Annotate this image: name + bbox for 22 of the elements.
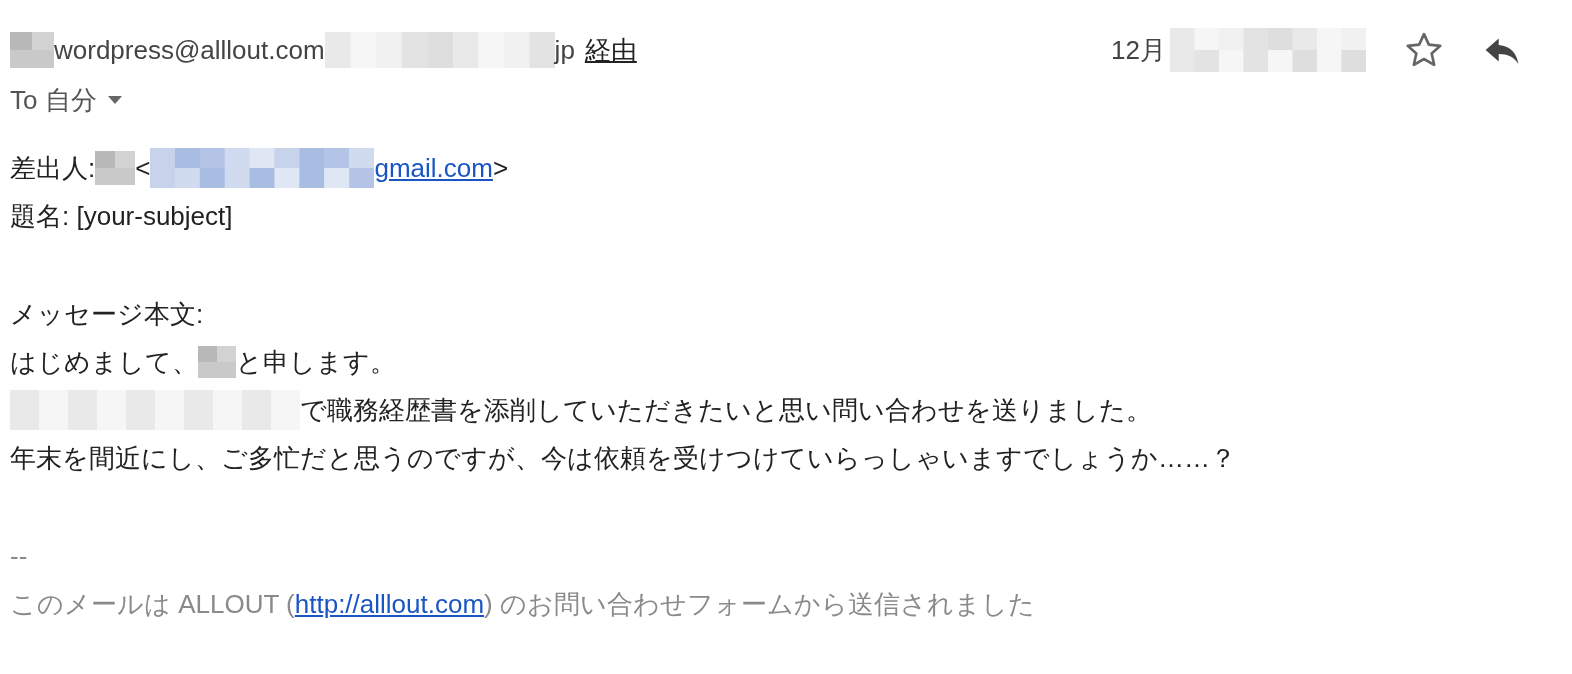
signature-text: このメールは ALLOUT (http://alllout.com) のお問い合わせフォームから送信されました [10, 587, 1036, 622]
signature-separator: -- [10, 539, 29, 573]
email-date: 12月 [1111, 33, 1166, 67]
pixelated-redaction [198, 346, 236, 378]
site-link[interactable]: http://alllout.com [294, 588, 485, 620]
body-text: と申します。 [236, 345, 396, 379]
pixelated-redaction [10, 32, 54, 68]
body-text: 年末を間近にし、ご多忙だと思うのですが、今は依頼を受けつけていらっしゃいますでしょうか……？ [10, 441, 1237, 475]
body-text: はじめまして、 [10, 345, 198, 379]
via-link[interactable]: 経由 [584, 32, 637, 68]
recipient-dropdown[interactable]: To 自分 [10, 76, 123, 124]
email-link[interactable]: gmail.com [374, 152, 493, 184]
domain-suffix: jp [554, 34, 575, 66]
bracket: > [492, 152, 509, 184]
subject-line: 題名: [your-subject] [10, 199, 234, 233]
body-text: で職務経歴書を添削していただきたいと思い問い合わせを送りました。 [300, 393, 1152, 427]
from-label: 差出人: [10, 151, 96, 185]
message-label: メッセージ本文: [10, 297, 205, 331]
bracket: < [135, 152, 151, 184]
caret-icon [106, 95, 123, 105]
pixelated-redaction [95, 151, 136, 185]
sender-address: wordpress@alllout.com [54, 34, 325, 66]
